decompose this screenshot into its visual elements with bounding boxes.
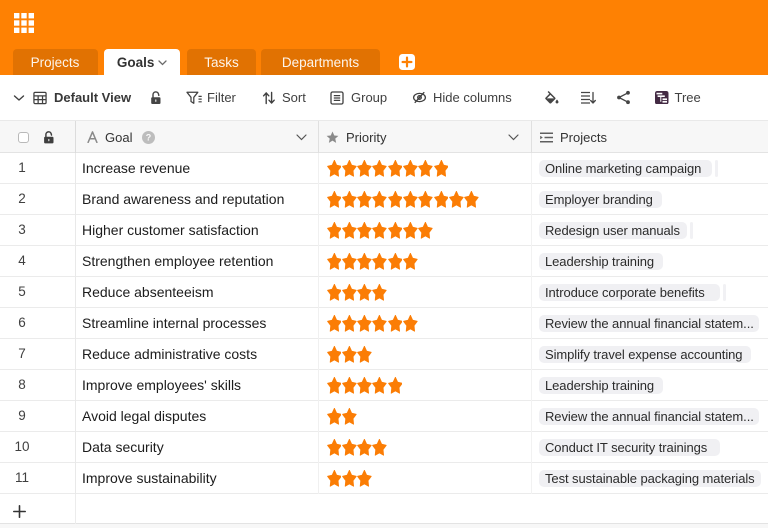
svg-text:?: ? — [146, 132, 152, 142]
